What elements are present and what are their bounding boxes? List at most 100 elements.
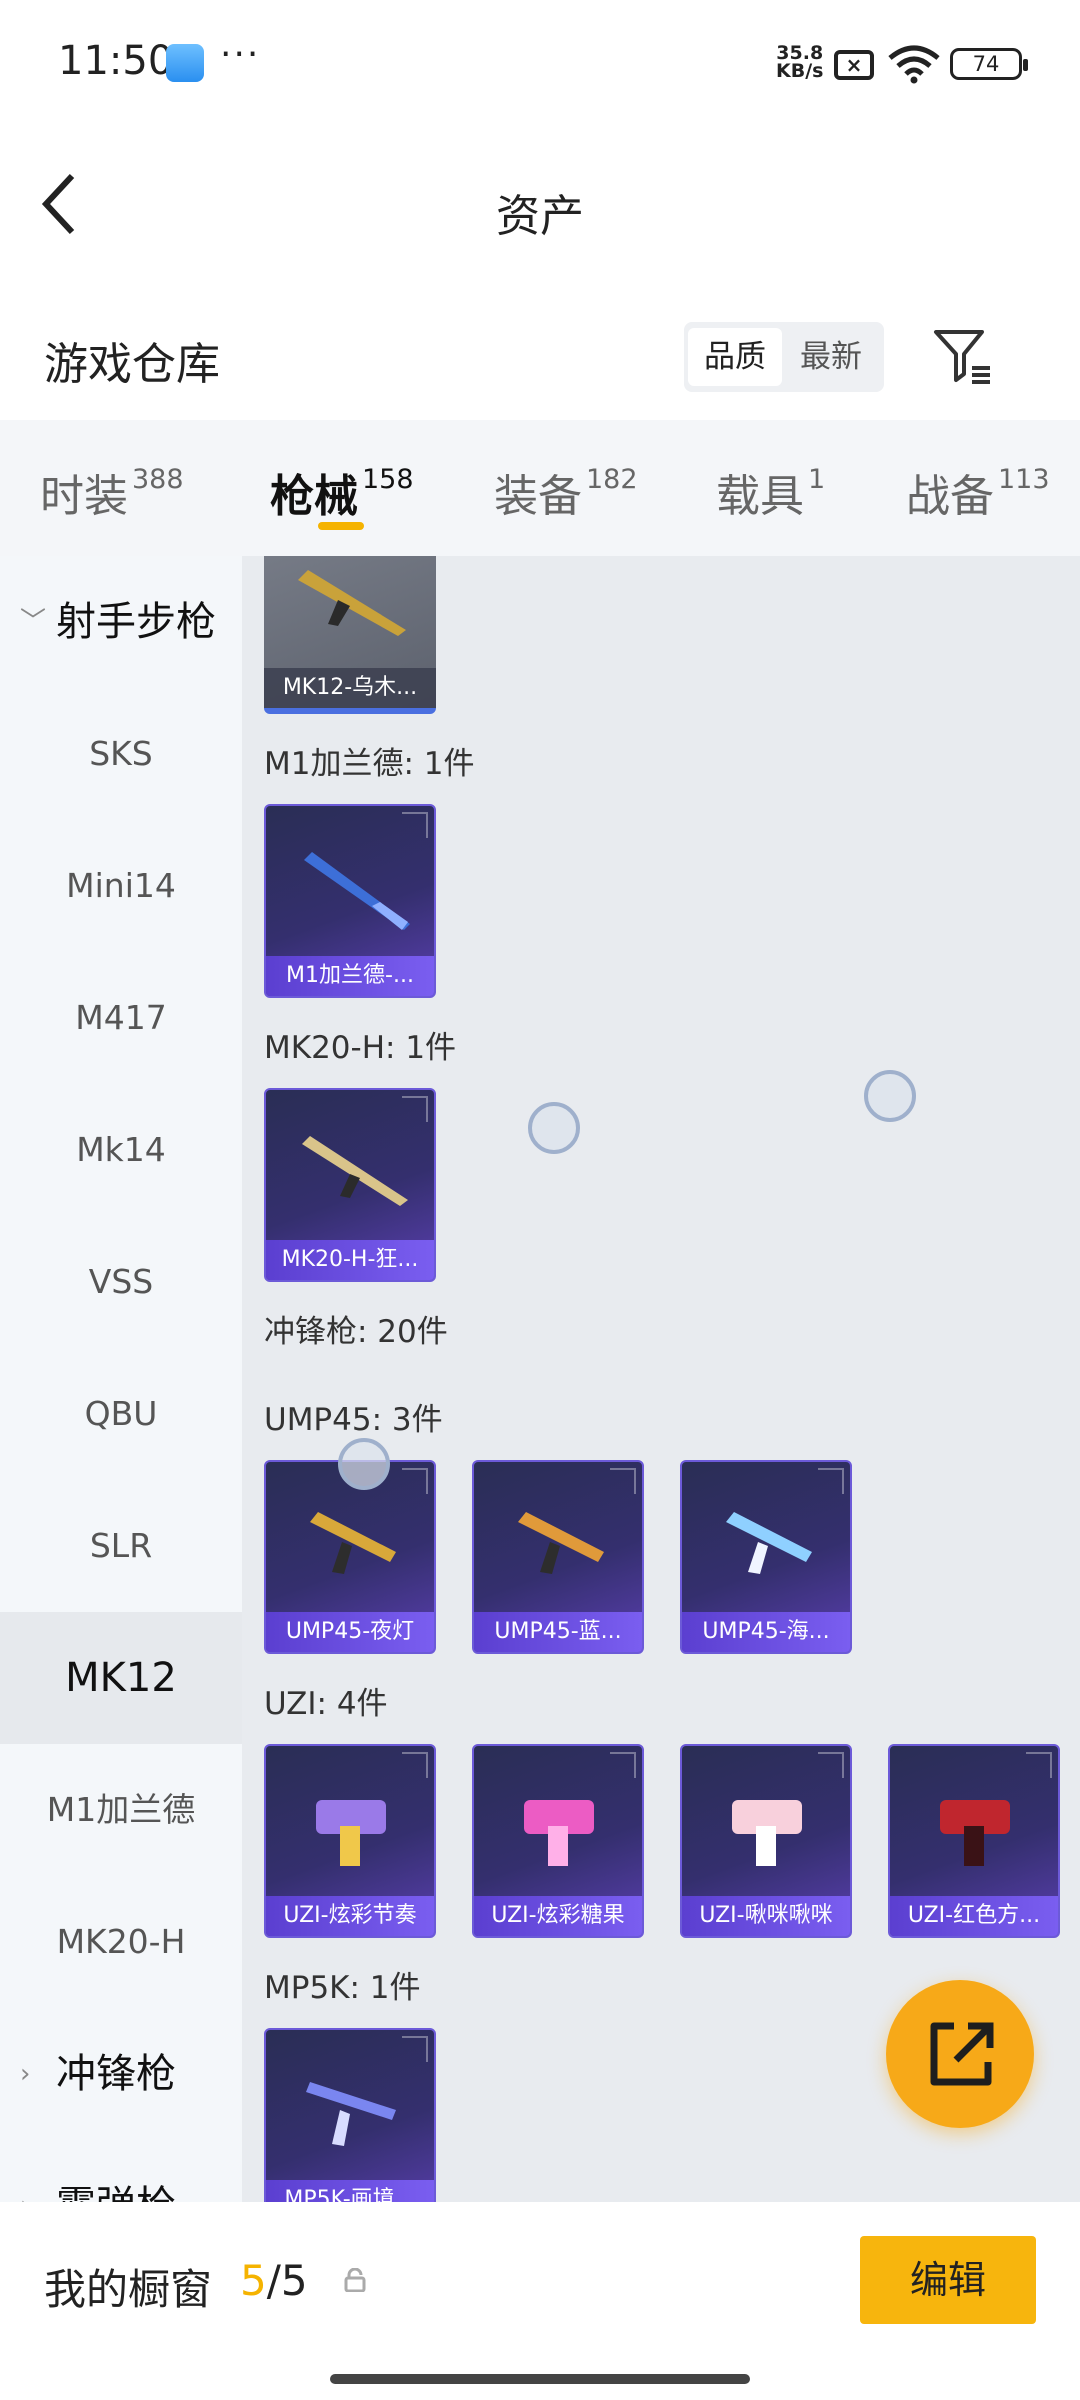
tab-guns[interactable]: 枪械 158 xyxy=(270,460,414,522)
weapon-card[interactable]: UZI-啾咪啾咪 xyxy=(680,1744,852,1938)
tab-count: 158 xyxy=(362,464,414,495)
tab-count: 388 xyxy=(132,464,184,495)
weapon-card-name: UMP45-蓝... xyxy=(474,1612,642,1652)
sidebar-item-slr[interactable]: SLR xyxy=(0,1480,242,1612)
touch-indicator xyxy=(528,1102,580,1154)
sidebar-item-m417[interactable]: M417 xyxy=(0,952,242,1084)
sidebar-group-smg[interactable]: › 冲锋枪 xyxy=(0,2008,242,2140)
sidebar-item-mk20h[interactable]: MK20-H xyxy=(0,1876,242,2008)
tab-label: 枪械 xyxy=(270,471,358,522)
tab-count: 1 xyxy=(808,464,826,495)
chevron-right-icon: › xyxy=(20,2140,30,2202)
group-label: 冲锋枪: 20件 xyxy=(264,1314,448,1350)
chevron-right-icon: › xyxy=(20,2059,31,2089)
weapon-card[interactable]: UZI-红色方... xyxy=(888,1744,1060,1938)
calendar-app-icon xyxy=(166,44,204,82)
sidebar-item-sks[interactable]: SKS xyxy=(0,688,242,820)
tab-label: 战备 xyxy=(906,471,994,522)
sidebar-group-label: 冲锋枪 xyxy=(56,2051,176,2097)
tab-label: 时装 xyxy=(40,471,128,522)
filter-icon[interactable] xyxy=(930,324,994,388)
sidebar-group-marksman[interactable]: ﹀ 射手步枪 xyxy=(0,556,242,688)
weapon-card[interactable]: UZI-炫彩糖果 xyxy=(472,1744,644,1938)
sidebar-group-label: 霰弹枪 xyxy=(56,2183,176,2202)
group-label: MP5K: 1件 xyxy=(264,1970,421,2006)
weapon-card-name: MK12-乌木... xyxy=(264,668,436,708)
touch-indicator xyxy=(864,1070,916,1122)
group-label: MK20-H: 1件 xyxy=(264,1030,457,1066)
weapon-card[interactable]: UMP45-夜灯 xyxy=(264,1460,436,1654)
battery-indicator: 74 xyxy=(950,48,1028,80)
tab-label: 装备 xyxy=(494,471,582,522)
page-title: 资产 xyxy=(496,191,584,242)
smg-icon xyxy=(940,1800,1010,1866)
weapon-card[interactable]: M1加兰德-... xyxy=(264,804,436,998)
sidebar-group-shotgun[interactable]: › 霰弹枪 xyxy=(0,2140,242,2202)
sort-segmented-control: 品质 最新 xyxy=(684,322,884,392)
showcase-count: 5/5 xyxy=(240,2256,308,2305)
network-speed-unit: KB/s xyxy=(776,60,824,82)
touch-indicator xyxy=(338,1438,390,1490)
weapon-sidebar: ﹀ 射手步枪 SKS Mini14 M417 Mk14 VSS QBU SLR … xyxy=(0,556,242,2202)
weapon-card-name: UMP45-海... xyxy=(682,1612,850,1652)
wifi-icon xyxy=(888,45,940,84)
sidebar-item-qbu[interactable]: QBU xyxy=(0,1348,242,1480)
sidebar-item-mini14[interactable]: Mini14 xyxy=(0,820,242,952)
tab-count: 182 xyxy=(586,464,638,495)
sort-quality-option[interactable]: 品质 xyxy=(688,328,782,386)
weapon-card-name: UZI-炫彩糖果 xyxy=(474,1896,642,1936)
my-window-label: 我的橱窗 xyxy=(44,2265,213,2314)
tab-tactical[interactable]: 战备 113 xyxy=(906,460,1050,522)
rifle-icon xyxy=(298,570,406,636)
edit-button[interactable]: 编辑 xyxy=(860,2236,1036,2324)
tab-count: 113 xyxy=(998,464,1050,495)
tab-equipment[interactable]: 装备 182 xyxy=(494,460,638,522)
sidebar-group-label: 射手步枪 xyxy=(56,599,216,645)
group-label: UZI: 4件 xyxy=(264,1686,388,1722)
weapon-grid: MK12-乌木... M1加兰德: 1件 M1加兰德-... MK20-H: 1… xyxy=(242,556,1080,2202)
showcase-count-total: 5 xyxy=(280,2256,308,2305)
group-label: UMP45: 3件 xyxy=(264,1402,443,1438)
sidebar-item-mk12[interactable]: MK12 xyxy=(0,1612,242,1744)
smg-icon xyxy=(732,1800,802,1866)
smg-icon xyxy=(524,1800,594,1866)
showcase-count-sep: / xyxy=(266,2256,281,2305)
tab-fashion[interactable]: 时装 388 xyxy=(40,460,184,522)
chevron-down-icon: ﹀ xyxy=(20,607,47,637)
weapon-card[interactable]: MK12-乌木... xyxy=(264,556,436,714)
weapon-card-name: UZI-红色方... xyxy=(890,1896,1058,1936)
sidebar-item-m1-garand[interactable]: M1加兰德 xyxy=(0,1744,242,1876)
more-notifications-icon: ··· xyxy=(220,34,261,75)
page-header: 资产 xyxy=(0,128,1080,304)
smg-icon xyxy=(518,1512,604,1574)
weapon-card[interactable]: UMP45-海... xyxy=(680,1460,852,1654)
showcase-bar: 我的橱窗 5/5 编辑 xyxy=(0,2202,1080,2400)
home-indicator[interactable] xyxy=(330,2374,750,2384)
group-label: M1加兰德: 1件 xyxy=(264,746,475,782)
sim-off-icon: × xyxy=(834,50,874,80)
weapon-card-name: UZI-炫彩节奏 xyxy=(266,1896,434,1936)
sidebar-item-mk14[interactable]: Mk14 xyxy=(0,1084,242,1216)
tab-label: 载具 xyxy=(716,471,804,522)
smg-icon xyxy=(310,1512,396,1574)
status-time: 11:50 xyxy=(58,38,174,84)
weapon-card[interactable]: MK20-H-狂... xyxy=(264,1088,436,1282)
showcase-count-current: 5 xyxy=(240,2256,267,2305)
tab-vehicles[interactable]: 载具 1 xyxy=(716,460,826,522)
sort-newest-option[interactable]: 最新 xyxy=(784,328,878,386)
sidebar-item-vss[interactable]: VSS xyxy=(0,1216,242,1348)
weapon-card-name: M1加兰德-... xyxy=(266,956,434,996)
warehouse-title: 游戏仓库 xyxy=(44,339,220,390)
smg-icon xyxy=(316,1800,386,1866)
weapon-card[interactable]: MP5K-画境... xyxy=(264,2028,436,2202)
weapon-card-name: MP5K-画境... xyxy=(266,2180,434,2202)
weapon-card[interactable]: UMP45-蓝... xyxy=(472,1460,644,1654)
weapon-card-name: UZI-啾咪啾咪 xyxy=(682,1896,850,1936)
weapon-card-name: MK20-H-狂... xyxy=(266,1240,434,1280)
weapon-card-name: UMP45-夜灯 xyxy=(266,1612,434,1652)
category-tabs: 时装 388 枪械 158 装备 182 载具 1 战备 113 xyxy=(0,420,1080,556)
share-fab-button[interactable] xyxy=(886,1980,1034,2128)
weapon-card[interactable]: UZI-炫彩节奏 xyxy=(264,1744,436,1938)
status-bar: 11:50 ··· 35.8 KB/s × 74 xyxy=(0,0,1080,128)
rifle-icon xyxy=(302,1136,408,1206)
